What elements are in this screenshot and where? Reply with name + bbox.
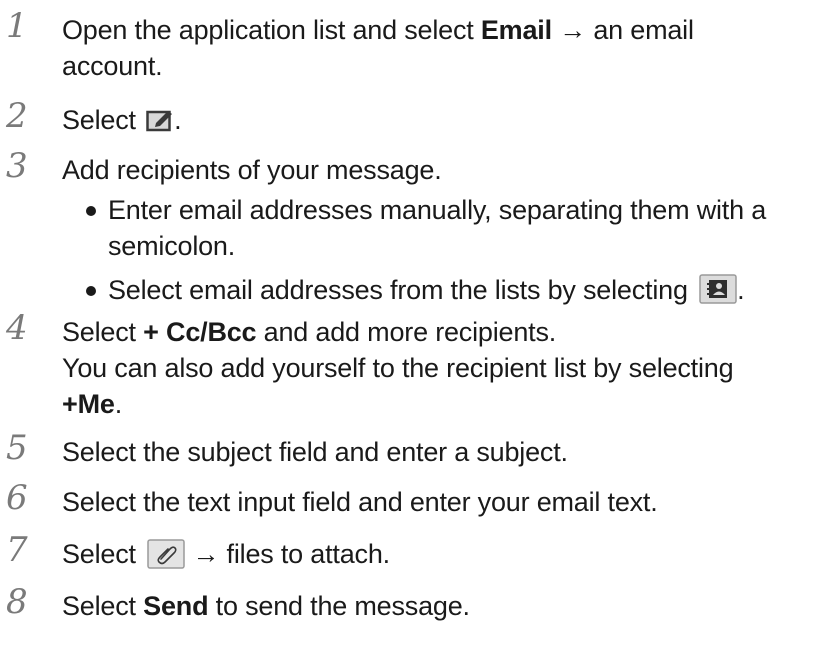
text: Select: [62, 105, 144, 135]
step-text-line: Select Send to send the message.: [62, 588, 808, 624]
text: → files to attach.: [185, 539, 390, 569]
step-text-line: account.: [62, 48, 808, 84]
attach-icon: [147, 539, 185, 569]
step-text-line: Select → files to attach.: [62, 536, 808, 572]
bold-term-send: Send: [143, 591, 209, 621]
text: Select: [62, 591, 144, 621]
bullet-text-line: semicolon.: [108, 228, 808, 264]
instruction-page: 1 Open the application list and select E…: [0, 0, 816, 649]
text: Select the text input field and enter yo…: [62, 487, 658, 517]
step-number: 7: [6, 530, 28, 570]
text: semicolon.: [108, 231, 236, 261]
text: Select the subject field and enter a sub…: [62, 437, 568, 467]
step-text-line: Add recipients of your message.: [62, 152, 808, 188]
bullet-text-line: Enter email addresses manually, separati…: [108, 192, 808, 228]
step-text-line: Select the text input field and enter yo…: [62, 484, 808, 520]
contacts-icon: [699, 274, 737, 304]
text: Open the application list and select: [62, 15, 481, 45]
text: account.: [62, 51, 163, 81]
step-text-line: Open the application list and select Ema…: [62, 12, 808, 48]
text: Select: [62, 539, 144, 569]
step-number: 8: [6, 582, 28, 622]
step-text-line: Select + Cc/Bcc and add more recipients.: [62, 314, 808, 350]
step-text-line: Select .: [62, 102, 808, 138]
bullet-dot: [86, 206, 96, 216]
text: Select email addresses from the lists by…: [108, 275, 696, 305]
text: Add recipients of your message.: [62, 155, 442, 185]
step-text-line: Select the subject field and enter a sub…: [62, 434, 808, 470]
text: .: [114, 389, 123, 419]
bold-term-me: +Me: [62, 389, 115, 419]
step-text-line: +Me.: [62, 386, 808, 422]
step-number: 6: [6, 478, 28, 518]
step-number: 5: [6, 428, 28, 468]
bullet-text-line: Select email addresses from the lists by…: [108, 272, 808, 308]
bold-term-email: Email: [480, 15, 552, 45]
text: to send the message.: [208, 591, 470, 621]
compose-icon: [146, 110, 173, 132]
text: Enter email addresses manually, separati…: [108, 195, 767, 225]
text: .: [174, 105, 182, 135]
text: and add more recipients.: [256, 317, 557, 347]
text: .: [737, 275, 745, 305]
step-number: 4: [6, 308, 28, 348]
step-number: 2: [6, 96, 28, 136]
text: → an email: [551, 15, 694, 45]
text: You can also add yourself to the recipie…: [62, 353, 734, 383]
step-number: 3: [6, 146, 28, 186]
bullet-dot: [86, 286, 96, 296]
step-number: 1: [6, 6, 28, 46]
text: Select: [62, 317, 144, 347]
step-text-line: You can also add yourself to the recipie…: [62, 350, 808, 386]
bold-term-cc-bcc: + Cc/Bcc: [143, 317, 257, 347]
